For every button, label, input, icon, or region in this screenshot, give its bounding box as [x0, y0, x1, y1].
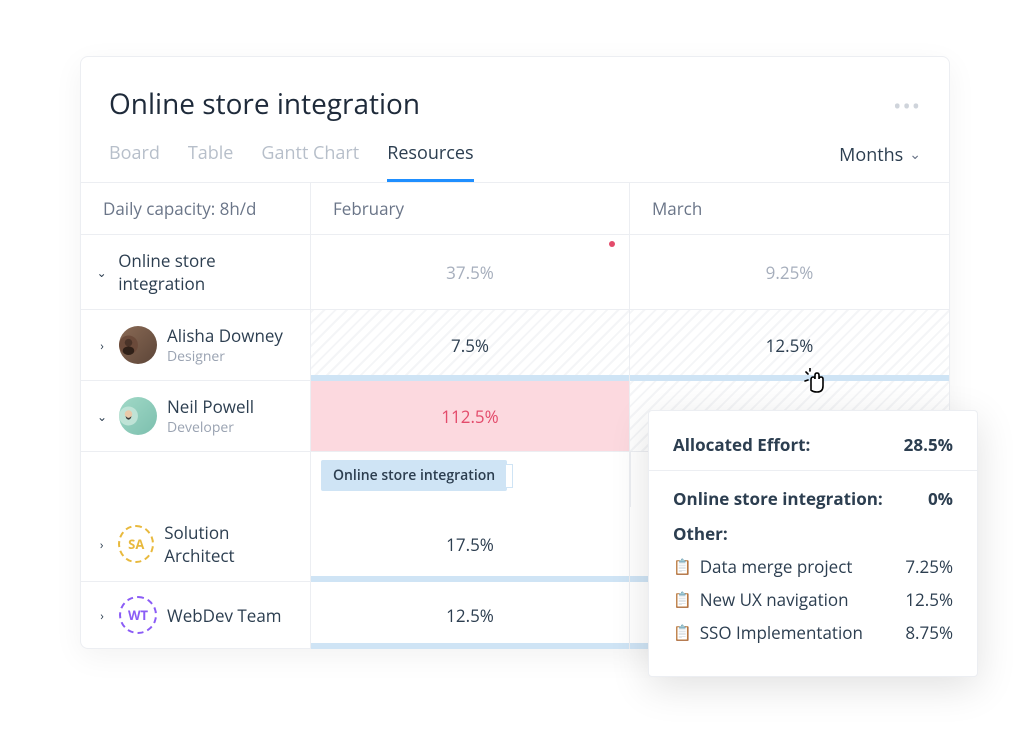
row-project: ⌄ Online store integration 37.5% 9.25% [81, 235, 949, 310]
tooltip-item-value: 8.75% [905, 621, 953, 644]
role-name: WebDev Team [167, 604, 282, 627]
timescale-label: Months [839, 143, 903, 167]
tab-table[interactable]: Table [188, 141, 234, 182]
tab-board[interactable]: Board [109, 141, 160, 182]
cell-alisha-feb[interactable]: 7.5% [311, 310, 630, 380]
caret-expand-icon[interactable]: › [95, 607, 109, 624]
avatar [119, 397, 157, 435]
person-role: Designer [167, 347, 283, 366]
project-name: Online store integration [118, 249, 296, 295]
tabs-row: Board Table Gantt Chart Resources Months… [81, 123, 949, 183]
row-alisha: › Alisha Downey Designer 7.5% 12.5% [81, 310, 949, 381]
cell-alisha-mar[interactable]: 12.5% [630, 310, 949, 380]
col-capacity: Daily capacity: 8h/d [81, 183, 311, 234]
tooltip-project-label: Online store integration: [673, 487, 883, 510]
role-badge: WT [119, 596, 157, 634]
role-badge: SA [118, 525, 154, 563]
avatar [119, 326, 157, 364]
tab-gantt[interactable]: Gantt Chart [261, 141, 359, 182]
allocation-tooltip: Allocated Effort: 28.5% Online store int… [648, 410, 978, 677]
chevron-down-icon: ⌄ [909, 145, 921, 164]
tooltip-project-value: 0% [928, 487, 953, 510]
caret-collapse-icon[interactable]: ⌄ [95, 408, 109, 425]
person-name: Neil Powell [167, 395, 254, 418]
cell-neil-feb[interactable]: 112.5% [311, 381, 630, 451]
task-chip[interactable]: Online store integration [321, 460, 507, 491]
clipboard-icon: 📋 [673, 557, 692, 577]
caret-expand-icon[interactable]: › [95, 536, 108, 553]
tooltip-item-value: 12.5% [905, 588, 953, 611]
cell-project-feb: 37.5% [311, 235, 630, 309]
tooltip-item-value: 7.25% [905, 555, 953, 578]
task-chip-cell[interactable]: Online store integration [311, 452, 630, 507]
tooltip-alloc-label: Allocated Effort: [673, 433, 810, 456]
role-name: Solution Architect [164, 521, 296, 567]
timescale-select[interactable]: Months ⌄ [839, 143, 921, 181]
person-role: Developer [167, 418, 254, 437]
person-name: Alisha Downey [167, 324, 283, 347]
tooltip-item-name: Data merge project [700, 555, 853, 578]
cell-sa-feb[interactable]: 17.5% [311, 507, 630, 581]
tab-resources[interactable]: Resources [387, 141, 473, 182]
tooltip-item-name: New UX navigation [700, 588, 849, 611]
tooltip-alloc-value: 28.5% [904, 433, 953, 456]
col-month-mar: March [630, 183, 949, 234]
caret-collapse-icon[interactable]: ⌄ [95, 264, 108, 281]
tooltip-other-label: Other: [673, 522, 953, 545]
col-month-feb: February [311, 183, 630, 234]
tooltip-item-name: SSO Implementation [700, 621, 863, 644]
clipboard-icon: 📋 [673, 623, 692, 643]
alert-dot-icon [609, 241, 615, 247]
more-menu-button[interactable]: ••• [893, 91, 921, 121]
drag-handle-icon[interactable] [505, 464, 513, 488]
grid-header: Daily capacity: 8h/d February March [81, 183, 949, 235]
caret-expand-icon[interactable]: › [95, 337, 109, 354]
clipboard-icon: 📋 [673, 590, 692, 610]
page-title: Online store integration [109, 85, 420, 123]
cell-wt-feb[interactable]: 12.5% [311, 582, 630, 648]
cell-project-mar: 9.25% [630, 235, 949, 309]
